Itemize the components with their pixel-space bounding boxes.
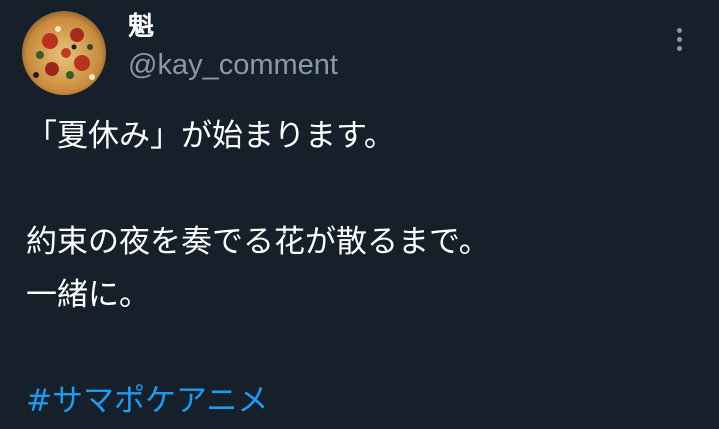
tweet-line-break: [26, 163, 696, 216]
tweet-line: 約束の夜を奏でる花が散るまで。: [26, 224, 490, 260]
tweet-text: 「夏休み」が始まります。 約束の夜を奏でる花が散るまで。 一緒に。 #サマポケア…: [26, 110, 696, 428]
tweet-line-break: [26, 322, 696, 375]
avatar-image: [22, 11, 106, 95]
author-handle[interactable]: @kay_comment: [128, 47, 338, 83]
author-display-name[interactable]: 魁: [128, 10, 154, 44]
tweet-line: 一緒に。: [26, 277, 150, 313]
more-vertical-icon-dot: [676, 45, 682, 51]
hashtag-link[interactable]: #サマポケアニメ: [26, 383, 268, 419]
tweet-card: 魁 @kay_comment 「夏休み」が始まります。 約束の夜を奏でる花が散る…: [0, 0, 719, 429]
more-vertical-icon-dot: [676, 36, 682, 42]
tweet-line: 「夏休み」が始まります。: [26, 118, 395, 154]
more-vertical-icon: [676, 27, 682, 33]
more-options-button[interactable]: [664, 22, 694, 56]
avatar[interactable]: [22, 11, 106, 95]
